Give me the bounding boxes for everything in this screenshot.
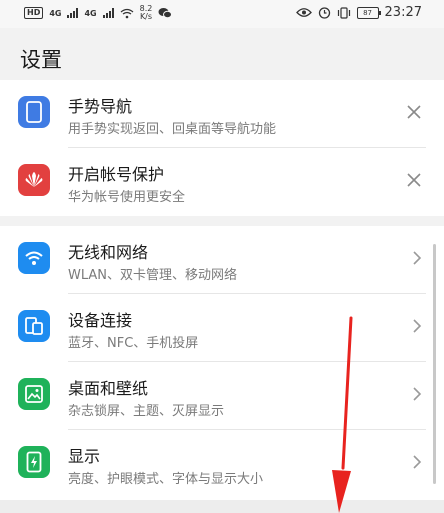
suggestion-title: 开启帐号保护 [68, 165, 165, 184]
wallpaper-icon [18, 378, 50, 410]
settings-item-home-wallpaper[interactable]: 桌面和壁纸 杂志锁屏、主题、灭屏显示 [0, 362, 444, 430]
huawei-logo-icon [18, 164, 50, 196]
wifi-icon [18, 242, 50, 274]
suggestion-title: 手势导航 [68, 97, 133, 116]
network-type-2: 4G [84, 8, 97, 18]
suggestion-gesture-navigation[interactable]: 手势导航 用手势实现返回、回桌面等导航功能 [0, 80, 444, 148]
wechat-icon [158, 8, 173, 19]
settings-item-subtitle: WLAN、双卡管理、移动网络 [68, 268, 238, 283]
settings-item-subtitle: 蓝牙、NFC、手机投屏 [68, 336, 199, 351]
suggestions-card: 手势导航 用手势实现返回、回桌面等导航功能 开启帐号保护 华为帐号使用更安全 [0, 80, 444, 216]
settings-item-title: 无线和网络 [68, 243, 149, 262]
status-right: 87 23:27 [295, 5, 422, 20]
network-type-1: 4G [49, 8, 62, 18]
settings-item-subtitle: 亮度、护眼模式、字体与显示大小 [68, 472, 264, 487]
device-connect-icon [18, 310, 50, 342]
hd-badge: HD [24, 7, 44, 19]
suggestion-account-protection[interactable]: 开启帐号保护 华为帐号使用更安全 [0, 148, 444, 216]
settings-item-title: 显示 [68, 447, 101, 466]
vibrate-icon [337, 6, 350, 19]
bottom-strip [0, 500, 444, 513]
settings-item-title: 设备连接 [68, 311, 133, 330]
wifi-status-icon [120, 8, 134, 18]
signal-icon [67, 8, 79, 18]
display-icon [18, 446, 50, 478]
battery-icon: 87 [356, 6, 381, 19]
settings-item-subtitle: 杂志锁屏、主题、灭屏显示 [68, 404, 225, 419]
chevron-right-icon [413, 251, 422, 265]
chevron-right-icon [413, 387, 422, 401]
status-left: HD 4G 4G 8.2 K/s [24, 5, 173, 21]
alarm-icon [318, 7, 330, 19]
suggestion-subtitle: 华为帐号使用更安全 [68, 190, 186, 205]
settings-item-display[interactable]: 显示 亮度、护眼模式、字体与显示大小 [0, 430, 444, 498]
close-icon[interactable] [406, 104, 422, 120]
chevron-right-icon [413, 319, 422, 333]
status-bar: HD 4G 4G 8.2 K/s 87 23:27 [0, 0, 444, 28]
settings-item-device-connection[interactable]: 设备连接 蓝牙、NFC、手机投屏 [0, 294, 444, 362]
close-icon[interactable] [406, 172, 422, 188]
settings-item-wireless-network[interactable]: 无线和网络 WLAN、双卡管理、移动网络 [0, 226, 444, 294]
eye-comfort-icon [295, 8, 312, 17]
settings-item-title: 桌面和壁纸 [68, 379, 149, 398]
scrollbar[interactable] [433, 244, 436, 484]
suggestion-subtitle: 用手势实现返回、回桌面等导航功能 [68, 122, 277, 137]
signal-icon-2 [102, 8, 114, 18]
page-title: 设置 [20, 48, 62, 72]
network-speed: 8.2 K/s [140, 5, 153, 21]
status-time: 23:27 [384, 5, 422, 20]
speed-unit: K/s [139, 12, 153, 21]
phone-gesture-icon [18, 96, 50, 128]
settings-list: 无线和网络 WLAN、双卡管理、移动网络 设备连接 蓝牙、NFC、手机投屏 桌面… [0, 226, 444, 513]
chevron-right-icon [413, 455, 422, 469]
